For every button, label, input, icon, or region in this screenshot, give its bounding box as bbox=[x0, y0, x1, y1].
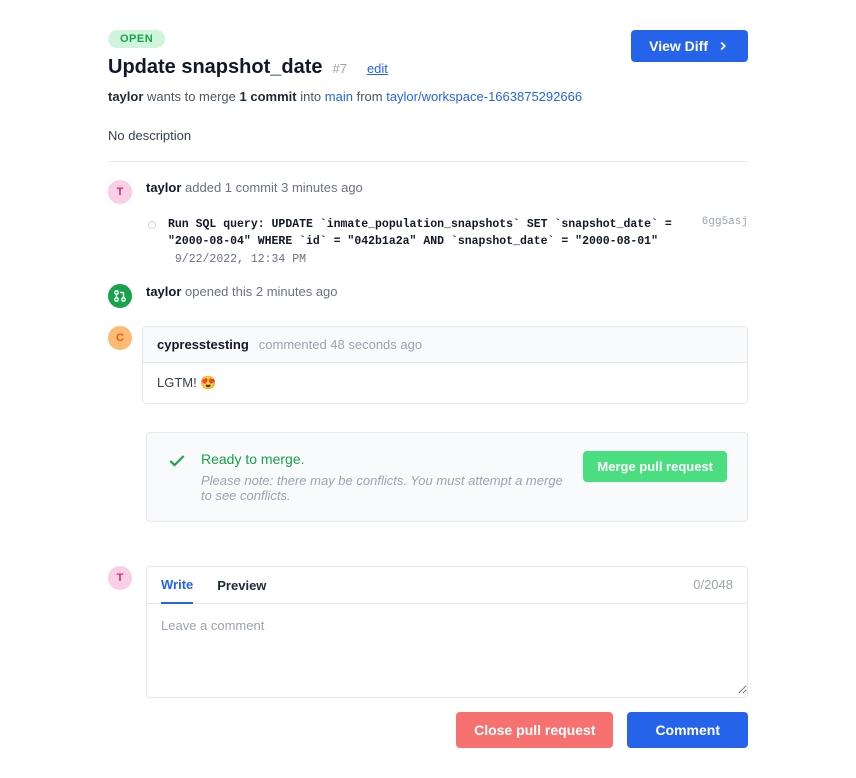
close-pull-request-button[interactable]: Close pull request bbox=[456, 712, 613, 748]
merge-description: taylor wants to merge 1 commit into main… bbox=[108, 89, 748, 104]
view-diff-label: View Diff bbox=[649, 38, 708, 54]
comment-textarea[interactable] bbox=[147, 604, 747, 694]
chevron-right-icon bbox=[716, 39, 730, 53]
check-icon bbox=[167, 451, 187, 503]
commit-hash[interactable]: 6gg5asj bbox=[702, 216, 748, 228]
pr-open-icon bbox=[108, 284, 132, 308]
avatar: T bbox=[108, 180, 132, 204]
avatar: T bbox=[108, 566, 132, 590]
merge-status-box: Ready to merge. Please note: there may b… bbox=[146, 432, 748, 522]
timeline-added-commit: T taylor added 1 commit 3 minutes ago bbox=[108, 180, 748, 204]
comment-body: LGTM! 😍 bbox=[143, 363, 747, 403]
tab-preview[interactable]: Preview bbox=[217, 578, 266, 603]
edit-link[interactable]: edit bbox=[367, 61, 388, 76]
timeline-opened: taylor opened this 2 minutes ago bbox=[108, 284, 748, 308]
pr-title: Update snapshot_date bbox=[108, 56, 322, 79]
merge-pull-request-button[interactable]: Merge pull request bbox=[583, 451, 727, 482]
comment-button[interactable]: Comment bbox=[627, 712, 748, 748]
merge-note: Please note: there may be conflicts. You… bbox=[201, 473, 569, 503]
comment-row: C cypresstestingcommented 48 seconds ago… bbox=[108, 326, 748, 404]
avatar: C bbox=[108, 326, 132, 350]
base-branch-link[interactable]: main bbox=[325, 89, 353, 104]
source-branch-link[interactable]: taylor/workspace-1663875292666 bbox=[386, 89, 582, 104]
comment-editor: T Write Preview 0/2048 bbox=[108, 566, 748, 698]
commit-message: Run SQL query: UPDATE `inmate_population… bbox=[168, 218, 672, 248]
no-description: No description bbox=[108, 128, 748, 162]
comment-header: cypresstestingcommented 48 seconds ago bbox=[143, 327, 747, 363]
commit-row: Run SQL query: UPDATE `inmate_population… bbox=[148, 216, 748, 268]
tab-write[interactable]: Write bbox=[161, 577, 193, 604]
view-diff-button[interactable]: View Diff bbox=[631, 30, 748, 62]
char-counter: 0/2048 bbox=[693, 577, 733, 602]
commit-timestamp: 9/22/2022, 12:34 PM bbox=[175, 253, 306, 266]
pr-number: #7 bbox=[332, 61, 346, 76]
status-badge: OPEN bbox=[108, 30, 165, 48]
commit-dot-icon bbox=[148, 221, 156, 229]
merge-ready-text: Ready to merge. bbox=[201, 451, 569, 467]
